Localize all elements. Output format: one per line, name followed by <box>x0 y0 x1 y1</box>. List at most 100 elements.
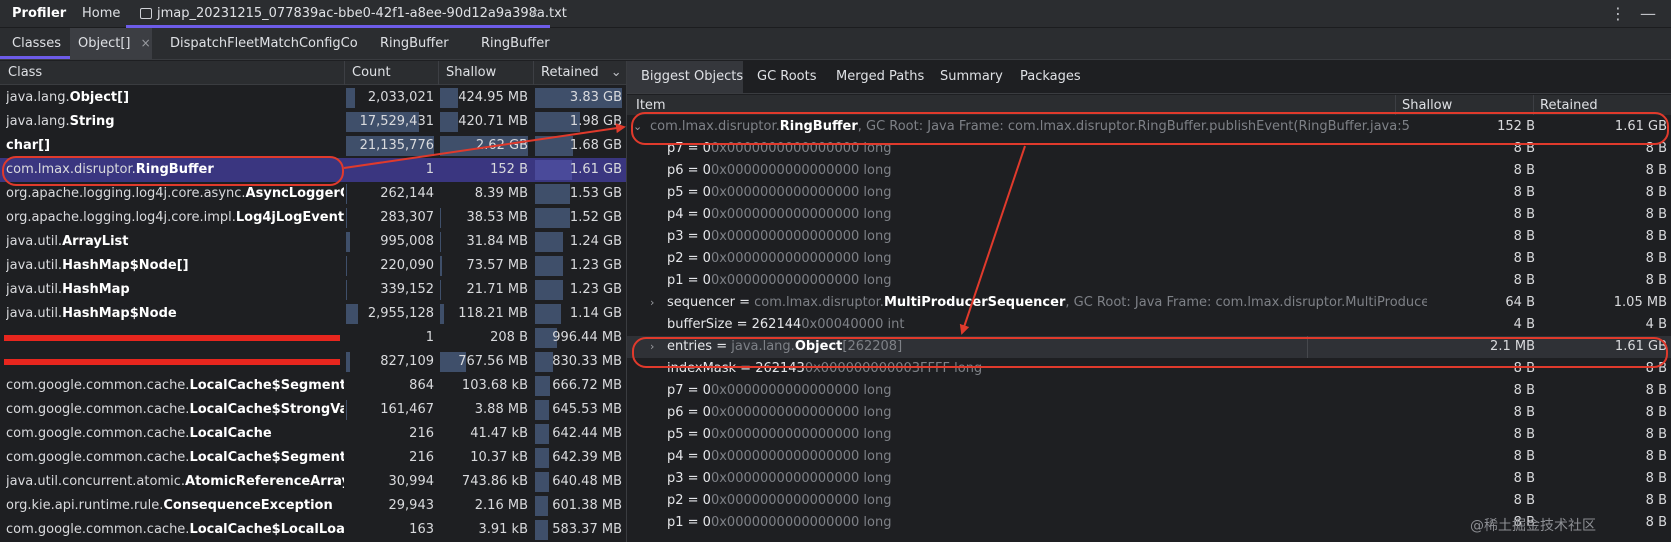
class-row[interactable]: java.util.HashMap$Node 2,955,128 118.21 MB… <box>0 302 626 326</box>
class-row[interactable]: org.kie.api.runtime.rule.ConsequenceExce… <box>0 494 626 518</box>
field-name: p3 = 0 <box>667 471 711 486</box>
class-row[interactable]: char[] 21,135,776 2.62 GB 1.68 GB <box>0 134 626 158</box>
count-cell: 21,135,776 <box>359 138 434 153</box>
field-name: p1 = 0 <box>667 273 711 288</box>
retained-cell: 1.23 GB <box>569 258 622 273</box>
close-file-tab-icon[interactable]: × <box>529 0 539 28</box>
class-simple-name: ConsequenceException <box>163 498 333 513</box>
class-row[interactable]: com.google.common.cache.LocalCache$Stron… <box>0 398 626 422</box>
object-item: p4 = 00x0000000000000000 long <box>667 446 1427 468</box>
tab-dispatch-fleet[interactable]: DispatchFleetMatchConfigCo <box>170 28 358 59</box>
object-tree-row[interactable]: p2 = 00x0000000000000000 long 8 B 8 B <box>627 248 1671 270</box>
class-row[interactable]: java.util.concurrent.atomic.AtomicRefere… <box>0 470 626 494</box>
field-name: bufferSize = 262144 <box>667 317 802 332</box>
class-row[interactable]: com.google.common.cache.LocalCache$Segme… <box>0 374 626 398</box>
column-header-retained[interactable]: Retained ⌄ <box>541 61 622 85</box>
retained-cell: 8 B <box>1645 207 1667 222</box>
class-package: java.lang. <box>6 114 70 129</box>
class-name: org.kie.api.runtime.rule.ConsequenceExce… <box>6 494 344 518</box>
column-header-shallow[interactable]: Shallow <box>446 61 496 85</box>
count-cell: 17,529,431 <box>359 114 434 129</box>
class-row[interactable]: 827,109 767.56 MB 830.33 MB <box>0 350 626 374</box>
object-tree-row[interactable]: p4 = 00x0000000000000000 long 8 B 8 B <box>627 446 1671 468</box>
field-name: sequencer = <box>667 295 755 310</box>
column-divider[interactable] <box>533 61 534 85</box>
object-tree-row[interactable]: p6 = 00x0000000000000000 long 8 B 8 B <box>627 402 1671 424</box>
tab-summary[interactable]: Summary <box>940 61 1003 93</box>
class-row[interactable]: java.util.ArrayList 995,008 31.84 MB 1.24 G… <box>0 230 626 254</box>
tab-packages[interactable]: Packages <box>1020 61 1081 93</box>
object-tree-row[interactable]: bufferSize = 2621440x00040000 int 4 B 4 B <box>627 314 1671 336</box>
object-tree-row[interactable]: p2 = 00x0000000000000000 long 8 B 8 B <box>627 490 1671 512</box>
shallow-cell: 8 B <box>1513 493 1535 508</box>
field-type: long <box>863 515 892 530</box>
field-name: p1 = 0 <box>667 515 711 530</box>
annotation-oval-entries <box>632 337 1668 368</box>
shallow-cell: 73.57 MB <box>466 258 528 273</box>
home-tab[interactable]: Home <box>82 0 120 28</box>
class-row[interactable]: com.google.common.cache.LocalCache$Segme… <box>0 446 626 470</box>
shallow-cell: 420.71 MB <box>458 114 528 129</box>
field-hex: 0x0000000000000000 <box>710 185 860 200</box>
field-name: p6 = 0 <box>667 163 711 178</box>
class-row[interactable]: java.lang.String 17,529,431 420.71 MB 1.98 … <box>0 110 626 134</box>
object-tree-row[interactable]: p4 = 00x0000000000000000 long 8 B 8 B <box>627 204 1671 226</box>
shallow-cell: 208 B <box>490 330 528 345</box>
tab-classes[interactable]: Classes <box>0 28 70 59</box>
object-tree-row[interactable]: p7 = 00x0000000000000000 long 8 B 8 B <box>627 380 1671 402</box>
tab-merged-paths[interactable]: Merged Paths <box>836 61 924 93</box>
close-tab-icon[interactable]: × <box>141 36 151 50</box>
retained-cell: 8 B <box>1645 427 1667 442</box>
class-simple-name: LocalCache$StrongValueI <box>189 402 344 417</box>
column-divider[interactable] <box>344 61 345 85</box>
class-row[interactable]: java.lang.Object[] 2,033,021 424.95 MB 3.83… <box>0 86 626 110</box>
class-row[interactable]: com.google.common.cache.LocalCache 216 41.… <box>0 422 626 446</box>
object-tree-row[interactable]: p6 = 00x0000000000000000 long 8 B 8 B <box>627 160 1671 182</box>
tab-ringbuffer-2[interactable]: RingBuffer <box>481 28 550 59</box>
class-row[interactable]: com.google.common.cache.LocalCache$Local… <box>0 518 626 542</box>
tab-gc-roots[interactable]: GC Roots <box>757 61 817 93</box>
field-hex: 0x0000000000000000 <box>710 207 860 222</box>
shallow-cell: 8 B <box>1513 229 1535 244</box>
column-header-count[interactable]: Count <box>352 61 391 85</box>
minimize-icon[interactable]: — <box>1640 0 1656 28</box>
tab-ringbuffer-1[interactable]: RingBuffer <box>380 28 449 59</box>
column-header-class[interactable]: Class <box>8 61 42 85</box>
field-type: long <box>863 383 892 398</box>
class-row[interactable]: org.apache.logging.log4j.core.impl.Log4j… <box>0 206 626 230</box>
class-row[interactable]: java.util.HashMap$Node[] 220,090 73.57 MB 1… <box>0 254 626 278</box>
profiler-title[interactable]: Profiler <box>12 0 66 28</box>
object-tree-row[interactable]: › sequencer = com.lmax.disruptor.MultiPro… <box>627 292 1671 314</box>
retained-cell: 601.38 MB <box>552 498 622 513</box>
tab-biggest-objects[interactable]: Biggest Objects <box>627 61 743 93</box>
count-cell: 827,109 <box>380 354 434 369</box>
class-name: com.google.common.cache.LocalCache$Stron… <box>6 398 344 422</box>
shallow-cell: 8.39 MB <box>474 186 528 201</box>
tab-object-array[interactable]: Object[] × <box>70 28 152 59</box>
retained-cell: 1.98 GB <box>569 114 622 129</box>
object-tree-row[interactable]: p3 = 00x0000000000000000 long 8 B 8 B <box>627 468 1671 490</box>
expand-chevron-icon[interactable]: › <box>650 292 654 314</box>
more-options-icon[interactable]: ⋮ <box>1610 0 1626 28</box>
retained-cell: 8 B <box>1645 163 1667 178</box>
count-cell: 864 <box>409 378 434 393</box>
retained-cell: 8 B <box>1645 229 1667 244</box>
class-package: java.util. <box>6 234 63 249</box>
file-tab[interactable]: jmap_20231215_077839ac-bbe0-42f1-a8ee-90… <box>140 0 567 28</box>
object-tree-row[interactable]: p5 = 00x0000000000000000 long 8 B 8 B <box>627 182 1671 204</box>
annotation-oval-ringbuffer-root <box>631 112 1669 145</box>
field-type: long <box>863 471 892 486</box>
class-row[interactable]: java.util.HashMap 339,152 21.71 MB 1.23 GB <box>0 278 626 302</box>
column-divider[interactable] <box>438 61 439 85</box>
count-cell: 220,090 <box>380 258 434 273</box>
class-row[interactable]: 1 208 B 996.44 MB <box>0 326 626 350</box>
object-tree-row[interactable]: p1 = 00x0000000000000000 long 8 B 8 B <box>627 270 1671 292</box>
shallow-cell: 10.37 kB <box>470 450 528 465</box>
shallow-cell: 64 B <box>1505 295 1535 310</box>
shallow-cell: 2.16 MB <box>474 498 528 513</box>
object-tree-row[interactable]: p3 = 00x0000000000000000 long 8 B 8 B <box>627 226 1671 248</box>
field-type: long <box>863 405 892 420</box>
shallow-cell: 103.68 kB <box>461 378 528 393</box>
class-name: java.util.ArrayList <box>6 230 344 254</box>
object-tree-row[interactable]: p5 = 00x0000000000000000 long 8 B 8 B <box>627 424 1671 446</box>
